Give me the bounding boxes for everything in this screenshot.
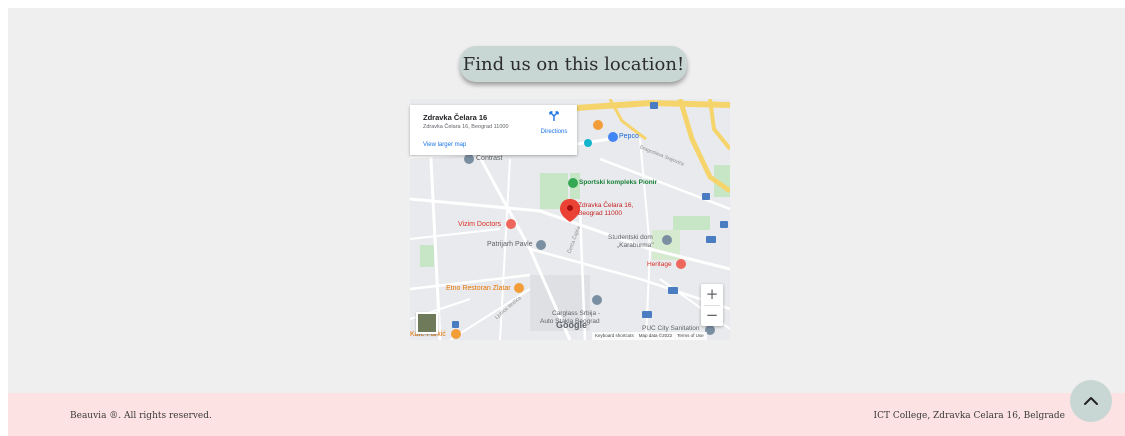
map-label-patrijarh: Patrijarh Pavle [487,241,533,248]
map-label-studentski: Studentski dom [608,234,653,241]
poi-marker[interactable] [608,132,618,142]
map-label-heritage: Heritage [647,261,672,268]
poi-marker[interactable] [676,259,686,269]
terms-of-use-link[interactable]: Terms of Use [677,333,704,339]
zoom-out-button[interactable]: − [701,305,723,326]
poi-marker[interactable] [464,154,474,164]
zoom-controls: + − [701,284,723,326]
poi-marker[interactable] [506,219,516,229]
google-logo: Google [556,320,587,330]
location-heading: Find us on this location! [460,46,687,82]
map-label-sport: Sportski kompleks Pionir [579,179,658,186]
poi-marker[interactable] [592,295,602,305]
map-label-karaburma: „Karaburma" [617,242,654,249]
place-name: Zdravka Čelara 16 [423,113,488,122]
park-area [420,245,434,267]
poi-marker[interactable] [584,139,592,147]
park-area [673,216,710,230]
footer-copyright: Beauvia ®. All rights reserved. [70,411,212,421]
poi-marker[interactable] [568,178,578,188]
pin-label-line2: Beograd 11000 [578,210,622,217]
map-label-contrast: Contrast [476,155,503,162]
location-heading-text: Find us on this location! [462,53,685,75]
poi-marker[interactable] [451,329,461,339]
chevron-up-icon [1084,397,1098,405]
directions-icon [549,111,559,121]
satellite-toggle[interactable] [416,312,438,334]
map-attribution: Keyboard shortcuts Map data ©2022 Terms … [592,332,707,340]
footer-address: ICT College, Zdravka Celara 16, Belgrade [873,411,1065,421]
pin-label-line1: Zdravka Čelara 16, [578,202,634,209]
map-label-carglass: Carglass Srbija - [552,310,601,317]
map-label-pepco: Pepco [619,133,639,140]
directions-button[interactable]: Directions [536,109,572,137]
scroll-to-top-button[interactable] [1070,380,1112,422]
view-larger-map-link[interactable]: View larger map [423,142,466,148]
map-info-card: Zdravka Čelara 16 Zdravka Čelara 16, Beo… [410,105,577,155]
place-address: Zdravka Čelara 16, Beograd 11000 [423,124,509,130]
map-label-puc: PUC City Sanitation [642,325,700,332]
footer: Beauvia ®. All rights reserved. ICT Coll… [8,393,1125,436]
zoom-divider [704,305,720,306]
keyboard-shortcuts-link[interactable]: Keyboard shortcuts [595,333,634,339]
map-label-etno: Etno Restoran Zlatar [446,285,511,292]
poi-marker[interactable] [536,240,546,250]
poi-marker[interactable] [514,283,524,293]
poi-marker[interactable] [593,120,603,130]
directions-label: Directions [540,129,568,135]
map-label-vizim: Vizim Doctors [458,221,502,228]
map-data-text: Map data ©2022 [638,333,673,338]
zoom-in-button[interactable]: + [701,284,723,305]
poi-marker[interactable] [662,235,672,245]
